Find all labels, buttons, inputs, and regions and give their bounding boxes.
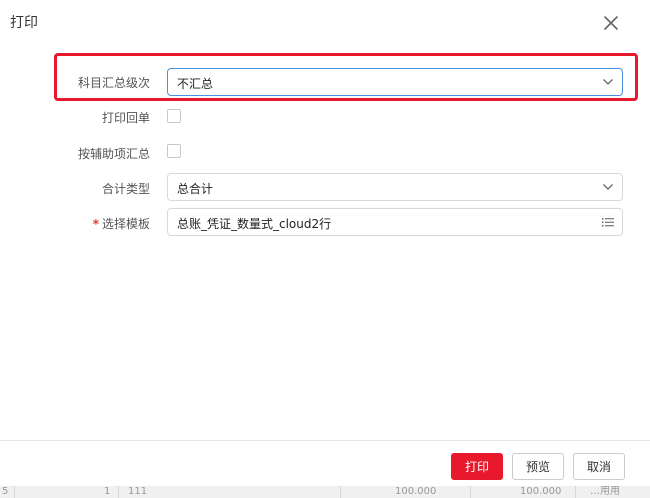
summary-level-select[interactable]: 不汇总	[167, 68, 623, 96]
background-divider	[470, 486, 471, 498]
background-table-row: 5 1 111 100.000 100.000 …用用	[0, 486, 650, 498]
dialog-title: 打印	[10, 15, 38, 31]
cancel-button[interactable]: 取消	[573, 453, 625, 480]
background-cell: 111	[128, 486, 148, 497]
chevron-down-icon[interactable]	[602, 181, 614, 193]
list-icon[interactable]	[602, 216, 614, 228]
footer-divider	[0, 440, 650, 441]
background-cell: 100.000	[520, 486, 562, 497]
summary-level-label: 科目汇总级次	[77, 76, 150, 90]
background-divider	[118, 486, 119, 498]
background-cell: 100.000	[395, 486, 437, 497]
template-picker[interactable]: 总账_凭证_数量式_cloud2行	[167, 208, 623, 236]
aux-summary-checkbox[interactable]	[167, 144, 181, 158]
required-mark: *	[92, 217, 99, 231]
background-divider	[575, 486, 576, 498]
chevron-down-icon[interactable]	[602, 76, 614, 88]
print-dialog: 打印 科目汇总级次 不汇总 打印回单 按辅助项汇总 合计类型 总合计 * 选择模板…	[0, 0, 650, 486]
close-button[interactable]	[598, 10, 624, 36]
background-cell: 1	[104, 486, 111, 497]
background-divider	[14, 486, 15, 498]
close-icon	[604, 16, 618, 30]
total-type-value: 总合计	[177, 182, 214, 196]
template-value: 总账_凭证_数量式_cloud2行	[177, 217, 332, 231]
preview-button[interactable]: 预览	[512, 453, 564, 480]
aux-summary-label: 按辅助项汇总	[77, 147, 150, 161]
total-type-select[interactable]: 总合计	[167, 173, 623, 201]
template-label-text: 选择模板	[101, 217, 150, 231]
background-divider	[340, 486, 341, 498]
print-receipt-label: 打印回单	[101, 111, 150, 125]
summary-level-value: 不汇总	[177, 77, 214, 91]
template-label: * 选择模板	[93, 215, 150, 232]
print-receipt-checkbox[interactable]	[167, 109, 181, 123]
total-type-label: 合计类型	[101, 182, 150, 196]
background-cell: 5	[2, 486, 9, 497]
print-button[interactable]: 打印	[451, 453, 503, 480]
background-cell: …用用	[590, 486, 620, 497]
dialog-header: 打印	[0, 0, 650, 44]
